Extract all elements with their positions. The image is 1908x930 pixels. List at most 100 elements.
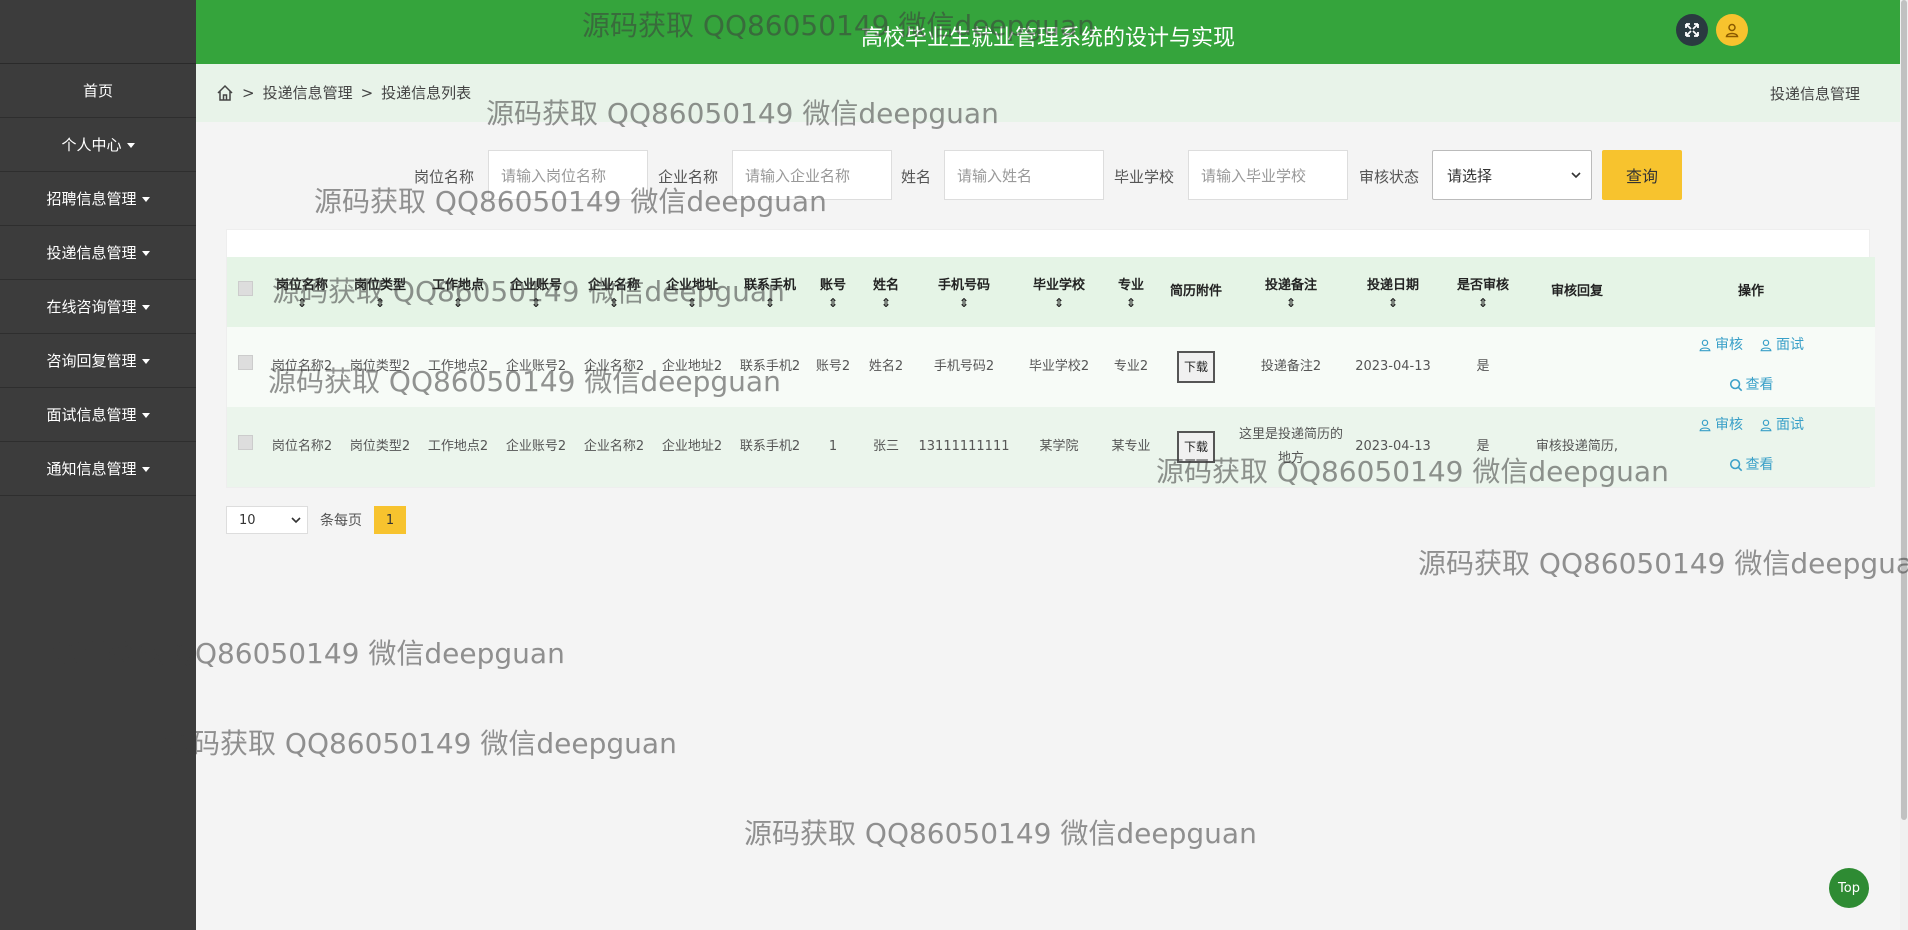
sort-icon[interactable]: ⇕	[811, 297, 855, 309]
review-link-label: 审核	[1715, 337, 1743, 353]
column-header[interactable]: 审核回复	[1527, 257, 1627, 327]
name-input[interactable]: 请输入姓名	[944, 150, 1104, 200]
table-cell: 是	[1439, 327, 1527, 407]
sort-icon[interactable]: ⇕	[859, 297, 913, 309]
table-cell: 2023-04-13	[1347, 327, 1439, 407]
sort-icon[interactable]: ⇕	[499, 297, 573, 309]
sidebar-item-4[interactable]: 在线咨询管理	[0, 280, 196, 334]
breadcrumb-level1[interactable]: 投递信息管理	[263, 82, 353, 103]
table-cell: 2023-04-13	[1347, 407, 1439, 487]
column-header[interactable]: 企业地址 ⇕	[653, 257, 731, 327]
sort-icon[interactable]: ⇕	[733, 297, 807, 309]
sidebar-item-6[interactable]: 面试信息管理	[0, 388, 196, 442]
watermark: 源码获取 QQ86050149 微信deepguan	[164, 727, 677, 760]
table-row: 岗位名称2 岗位类型2 工作地点2 企业账号2 企业名称2 企业地址2 联系手机2 账号2 姓名…	[227, 327, 1875, 407]
column-header[interactable]: 联系手机 ⇕	[731, 257, 809, 327]
download-resume-button[interactable]: 下载	[1176, 351, 1215, 383]
watermark: 源码获取 QQ86050149 微信deepguan	[1418, 547, 1908, 580]
table-cell: 投递备注2	[1235, 327, 1347, 407]
column-header[interactable]: 投递备注 ⇕	[1235, 257, 1347, 327]
column-header-label: 专业	[1117, 278, 1144, 293]
column-header[interactable]: 姓名 ⇕	[857, 257, 915, 327]
home-icon[interactable]	[216, 84, 234, 102]
sort-icon[interactable]: ⇕	[343, 297, 417, 309]
user-icon	[1759, 338, 1773, 352]
sort-icon[interactable]: ⇕	[1015, 297, 1103, 309]
caret-down-icon	[141, 197, 150, 202]
column-header-label: 投递日期	[1366, 278, 1419, 293]
row-checkbox[interactable]	[237, 355, 253, 370]
table-cell: 姓名2	[857, 327, 915, 407]
column-header-label: 手机号码	[937, 278, 990, 293]
sort-icon[interactable]: ⇕	[1237, 297, 1345, 309]
column-header[interactable]: 简历附件	[1157, 257, 1235, 327]
interview-link[interactable]: 面试	[1759, 327, 1804, 363]
sort-icon[interactable]: ⇕	[1107, 297, 1155, 309]
table-cell: 这里是投递简历的地方	[1235, 407, 1347, 487]
column-header[interactable]: 投递日期 ⇕	[1347, 257, 1439, 327]
sidebar-item-label: 面试信息管理	[46, 406, 137, 424]
sort-icon[interactable]: ⇕	[655, 297, 729, 309]
interview-link[interactable]: 面试	[1759, 407, 1804, 443]
select-all-cell	[227, 257, 263, 327]
column-header[interactable]: 岗位类型 ⇕	[341, 257, 419, 327]
table-cell: 1	[809, 407, 857, 487]
sidebar-item-5[interactable]: 咨询回复管理	[0, 334, 196, 388]
position-name-label: 岗位名称	[414, 168, 475, 186]
query-button[interactable]: 查询	[1602, 150, 1682, 200]
sort-icon[interactable]: ⇕	[577, 297, 651, 309]
watermark: 源码获取 QQ86050149 微信deepguan	[744, 817, 1257, 850]
back-to-top-button[interactable]: Top	[1829, 868, 1869, 908]
sidebar-item-3[interactable]: 投递信息管理	[0, 226, 196, 280]
table-row: 岗位名称2 岗位类型2 工作地点2 企业账号2 企业名称2 企业地址2 联系手机2 1 张三 13…	[227, 407, 1875, 487]
page-size-value: 10	[239, 512, 256, 528]
column-header[interactable]: 岗位名称 ⇕	[263, 257, 341, 327]
column-header[interactable]: 手机号码 ⇕	[915, 257, 1013, 327]
column-header[interactable]: 工作地点 ⇕	[419, 257, 497, 327]
view-link[interactable]: 查看	[1729, 447, 1774, 483]
table-cell: 工作地点2	[419, 407, 497, 487]
column-header[interactable]: 专业 ⇕	[1105, 257, 1157, 327]
review-link[interactable]: 审核	[1698, 327, 1743, 363]
school-input[interactable]: 请输入毕业学校	[1188, 150, 1348, 200]
column-header-label: 简历附件	[1169, 284, 1222, 299]
scrollbar-thumb[interactable]	[1901, 0, 1907, 820]
view-link[interactable]: 查看	[1729, 367, 1774, 403]
table-cell: 下载	[1157, 407, 1235, 487]
actions-cell: 审核 面试查看	[1627, 407, 1875, 487]
table-cell: 下载	[1157, 327, 1235, 407]
review-link[interactable]: 审核	[1698, 407, 1743, 443]
page-size-select[interactable]: 10	[226, 506, 308, 534]
sort-icon[interactable]: ⇕	[265, 297, 339, 309]
company-name-input[interactable]: 请输入企业名称	[732, 150, 892, 200]
select-all-checkbox[interactable]	[237, 280, 253, 296]
column-header[interactable]: 企业账号 ⇕	[497, 257, 575, 327]
sidebar-item-label: 投递信息管理	[46, 244, 137, 262]
fullscreen-button[interactable]	[1676, 14, 1708, 46]
sidebar-item-label: 招聘信息管理	[46, 190, 137, 208]
review-status-select[interactable]: 请选择	[1432, 150, 1592, 200]
sidebar-item-1[interactable]: 个人中心	[0, 118, 196, 172]
sort-icon[interactable]: ⇕	[1349, 297, 1437, 309]
sort-icon[interactable]: ⇕	[1441, 297, 1525, 309]
column-header[interactable]: 是否审核 ⇕	[1439, 257, 1527, 327]
sort-icon[interactable]: ⇕	[421, 297, 495, 309]
column-header[interactable]: 账号 ⇕	[809, 257, 857, 327]
sidebar-item-0[interactable]: 首页	[0, 64, 196, 118]
position-name-input[interactable]: 请输入岗位名称	[488, 150, 648, 200]
table-cell: 企业地址2	[653, 327, 731, 407]
sidebar-item-2[interactable]: 招聘信息管理	[0, 172, 196, 226]
user-menu-button[interactable]	[1716, 14, 1748, 46]
page-1-button[interactable]: 1	[374, 506, 406, 534]
review-status-label: 审核状态	[1359, 168, 1420, 186]
sidebar-item-7[interactable]: 通知信息管理	[0, 442, 196, 496]
sort-icon[interactable]: ⇕	[917, 297, 1011, 309]
column-header[interactable]: 企业名称 ⇕	[575, 257, 653, 327]
delivery-table-container: 岗位名称 ⇕ 岗位类型 ⇕ 工作地点 ⇕ 企业账号 ⇕ 企业名称 ⇕ 企业地址 ⇕ 联系手机 ⇕ 账号 ⇕ 姓名…	[226, 229, 1875, 488]
column-header[interactable]: 毕业学校 ⇕	[1013, 257, 1105, 327]
row-checkbox[interactable]	[237, 435, 253, 450]
table-cell: 毕业学校2	[1013, 327, 1105, 407]
app-title: 高校毕业生就业管理系统的设计与实现	[860, 26, 1235, 51]
column-header-label: 账号	[819, 278, 846, 293]
download-resume-button[interactable]: 下载	[1176, 431, 1215, 463]
